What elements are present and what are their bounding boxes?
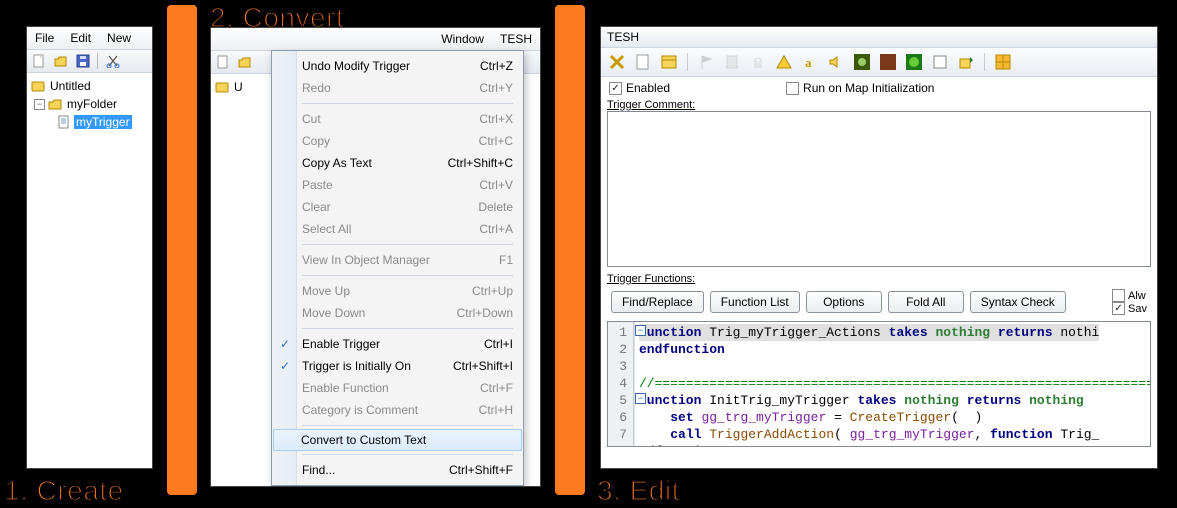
sound-icon[interactable] <box>826 52 846 72</box>
create-panel: File Edit New Untitled − myFolder myTrig… <box>26 26 153 469</box>
menu-item[interactable]: Copy As TextCtrl+Shift+C <box>274 152 521 174</box>
always-checkbox[interactable]: Alw <box>1112 289 1147 302</box>
tree-trigger[interactable]: myTrigger <box>30 113 149 131</box>
book-icon[interactable] <box>930 52 950 72</box>
trigger-comment-input[interactable] <box>607 111 1151 267</box>
menu-item[interactable]: ✓Enable TriggerCtrl+I <box>274 333 521 355</box>
menu-item: View In Object ManagerF1 <box>274 249 521 271</box>
convert-panel: Edit Window TESH U Undo Modify TriggerCt… <box>210 27 541 487</box>
menu-window[interactable]: Window <box>433 30 492 48</box>
trigger-tree[interactable]: Untitled − myFolder myTrigger <box>27 73 152 135</box>
menu-file[interactable]: File <box>27 29 62 47</box>
menu-item: PasteCtrl+V <box>274 174 521 196</box>
syntax-check-button[interactable]: Syntax Check <box>970 291 1066 313</box>
code-lines[interactable]: function Trig_myTrigger_Actions takes no… <box>635 322 1151 446</box>
menu-item: CopyCtrl+C <box>274 130 521 152</box>
tree-root-label: Untitled <box>48 79 93 93</box>
menu-item: Move UpCtrl+Up <box>274 280 521 302</box>
cut-icon[interactable] <box>105 53 121 69</box>
menu-tesh[interactable]: TESH <box>492 30 540 48</box>
tesh-button-row: Find/Replace Function List Options Fold … <box>601 285 1157 319</box>
brick-icon[interactable] <box>878 52 898 72</box>
svg-text:a: a <box>805 55 812 70</box>
x-icon[interactable] <box>607 52 627 72</box>
save-checkbox[interactable]: ✓Sav <box>1112 302 1147 315</box>
note-icon[interactable] <box>722 52 742 72</box>
menu-item: Move DownCtrl+Down <box>274 302 521 324</box>
menu-new[interactable]: New <box>99 29 139 47</box>
options-button[interactable]: Options <box>806 291 882 313</box>
menu-item[interactable]: Undo Modify TriggerCtrl+Z <box>274 55 521 77</box>
fold-icon[interactable]: − <box>635 393 646 404</box>
letter-a-icon[interactable]: a <box>800 52 820 72</box>
category-icon[interactable] <box>659 52 679 72</box>
menu-item: RedoCtrl+Y <box>274 77 521 99</box>
lock-icon[interactable] <box>748 52 768 72</box>
edit-menu-dropdown[interactable]: Undo Modify TriggerCtrl+ZRedoCtrl+Y CutCt… <box>271 50 524 486</box>
new-file-icon[interactable] <box>215 54 231 70</box>
map-icon <box>30 78 46 94</box>
tree-folder-label: myFolder <box>65 97 119 111</box>
divider-pillar-2 <box>555 5 585 495</box>
code-fold-column[interactable]: − − <box>634 322 635 446</box>
menu-item: Category is CommentCtrl+H <box>274 399 521 421</box>
edit-panel: TESH a ✓ Enabled Run on Map Initializati… <box>600 26 1158 469</box>
menubar-panel2[interactable]: Edit Window TESH <box>211 28 540 51</box>
tree-root[interactable]: Untitled <box>30 77 149 95</box>
trigger-functions-label: Trigger Functions: <box>601 273 1157 285</box>
tree-collapse-icon[interactable]: − <box>34 99 45 110</box>
new-file-icon[interactable] <box>31 53 47 69</box>
tesh-title: TESH <box>601 27 1157 48</box>
unit-icon[interactable] <box>852 52 872 72</box>
map-icon <box>214 79 230 95</box>
function-list-button[interactable]: Function List <box>710 291 800 313</box>
run-on-init-checkbox[interactable]: Run on Map Initialization <box>786 81 934 95</box>
enabled-checkbox[interactable]: ✓ Enabled <box>609 81 670 95</box>
save-icon[interactable] <box>75 53 91 69</box>
tree-trigger-label: myTrigger <box>74 115 132 129</box>
code-editor[interactable]: 1234567 − − function Trig_myTrigger_Acti… <box>607 321 1151 447</box>
open-folder-icon[interactable] <box>53 53 69 69</box>
menubar-panel1[interactable]: File Edit New <box>27 27 152 50</box>
trigger-flags-row: ✓ Enabled Run on Map Initialization <box>601 77 1157 99</box>
menu-item: Enable FunctionCtrl+F <box>274 377 521 399</box>
trigger-comment-label: Trigger Comment: <box>601 99 1157 111</box>
step-label-edit: 3. Edit <box>597 475 680 507</box>
open-folder-icon[interactable] <box>237 54 253 70</box>
trigger-icon <box>56 114 72 130</box>
tree-folder[interactable]: − myFolder <box>30 95 149 113</box>
fold-icon[interactable]: − <box>635 325 646 336</box>
export-icon[interactable] <box>956 52 976 72</box>
flag-icon[interactable] <box>696 52 716 72</box>
menu-item[interactable]: ✓Trigger is Initially OnCtrl+Shift+I <box>274 355 521 377</box>
fold-all-button[interactable]: Fold All <box>888 291 964 313</box>
menu-item: ClearDelete <box>274 196 521 218</box>
step-label-create: 1. Create <box>4 475 124 507</box>
find-replace-button[interactable]: Find/Replace <box>611 291 704 313</box>
toolbar-panel1 <box>27 50 152 73</box>
code-gutter: 1234567 <box>608 322 634 446</box>
menu-edit[interactable]: Edit <box>62 29 99 47</box>
menu-item[interactable]: Convert to Custom Text <box>273 429 522 451</box>
menu-item: Select AllCtrl+A <box>274 218 521 240</box>
folder-icon <box>47 96 63 112</box>
face-icon[interactable] <box>904 52 924 72</box>
menu-item: CutCtrl+X <box>274 108 521 130</box>
grid-icon[interactable] <box>993 52 1013 72</box>
new-icon[interactable] <box>633 52 653 72</box>
divider-pillar-1 <box>167 5 197 495</box>
warning-icon[interactable] <box>774 52 794 72</box>
menu-item[interactable]: Find...Ctrl+Shift+F <box>274 459 521 481</box>
tesh-toolbar: a <box>601 48 1157 77</box>
